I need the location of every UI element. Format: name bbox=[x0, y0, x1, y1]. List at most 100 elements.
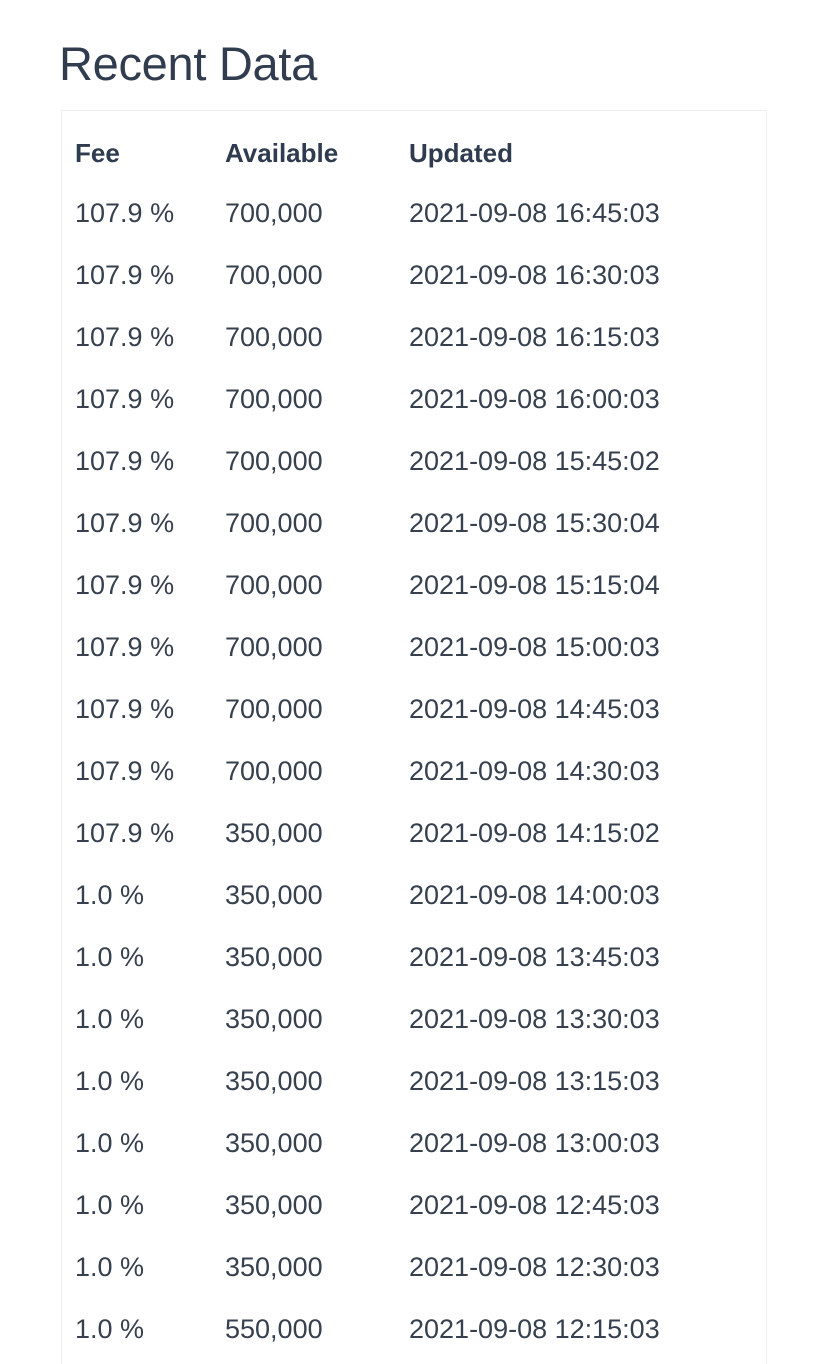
cell-fee-value: 107.9 % bbox=[75, 508, 175, 538]
table-row[interactable]: 1.0 % 350,000 2021-09-08 13:30:03 bbox=[62, 988, 766, 1050]
column-header-available-label: Available bbox=[225, 137, 339, 168]
table-row[interactable]: 107.9 % 700,000 2021-09-08 16:30:03 bbox=[62, 244, 766, 306]
cell-updated-value: 2021-09-08 15:00:03 bbox=[409, 632, 660, 662]
column-header-available[interactable]: Available bbox=[225, 111, 409, 182]
cell-fee: 107.9 % bbox=[62, 244, 225, 306]
cell-updated: 2021-09-08 15:00:03 bbox=[409, 616, 766, 678]
page-title: Recent Data bbox=[59, 37, 317, 90]
cell-available: 700,000 bbox=[225, 492, 409, 554]
cell-fee-value: 107.9 % bbox=[75, 632, 175, 662]
cell-updated-value: 2021-09-08 15:15:04 bbox=[409, 570, 660, 600]
cell-fee: 1.0 % bbox=[62, 1050, 225, 1112]
table-row[interactable]: 1.0 % 550,000 2021-09-08 12:15:03 bbox=[62, 1298, 766, 1360]
column-header-fee[interactable]: Fee bbox=[62, 111, 225, 182]
cell-fee: 1.0 % bbox=[62, 926, 225, 988]
cell-updated-value: 2021-09-08 16:45:03 bbox=[409, 198, 660, 228]
cell-fee: 107.9 % bbox=[62, 802, 225, 864]
table-row[interactable]: 1.0 % 350,000 2021-09-08 13:15:03 bbox=[62, 1050, 766, 1112]
table-row[interactable]: 107.9 % 700,000 2021-09-08 15:45:02 bbox=[62, 430, 766, 492]
cell-fee: 1.0 % bbox=[62, 988, 225, 1050]
table-row[interactable]: 1.0 % 350,000 2021-09-08 12:45:03 bbox=[62, 1174, 766, 1236]
cell-fee-value: 107.9 % bbox=[75, 818, 175, 848]
cell-fee-value: 107.9 % bbox=[75, 756, 175, 786]
cell-updated-value: 2021-09-08 12:15:03 bbox=[409, 1314, 660, 1344]
column-header-updated[interactable]: Updated bbox=[409, 111, 766, 182]
recent-data-table: Fee Available Updated 107.9 % 700,000 2021… bbox=[62, 111, 766, 1360]
cell-updated-value: 2021-09-08 12:45:03 bbox=[409, 1190, 660, 1220]
cell-fee-value: 107.9 % bbox=[75, 694, 175, 724]
cell-available: 350,000 bbox=[225, 926, 409, 988]
cell-available-value: 700,000 bbox=[225, 384, 323, 414]
cell-fee: 107.9 % bbox=[62, 430, 225, 492]
cell-available-value: 350,000 bbox=[225, 818, 323, 848]
table-row[interactable]: 1.0 % 350,000 2021-09-08 13:00:03 bbox=[62, 1112, 766, 1174]
recent-data-card: Fee Available Updated 107.9 % 700,000 2021… bbox=[61, 110, 767, 1364]
cell-available-value: 550,000 bbox=[225, 1314, 323, 1344]
cell-fee: 1.0 % bbox=[62, 1112, 225, 1174]
table-row[interactable]: 107.9 % 350,000 2021-09-08 14:15:02 bbox=[62, 802, 766, 864]
cell-updated-value: 2021-09-08 15:45:02 bbox=[409, 446, 660, 476]
cell-available-value: 350,000 bbox=[225, 1128, 323, 1158]
cell-available-value: 350,000 bbox=[225, 1252, 323, 1282]
cell-available-value: 350,000 bbox=[225, 1066, 323, 1096]
cell-updated: 2021-09-08 12:45:03 bbox=[409, 1174, 766, 1236]
cell-fee-value: 107.9 % bbox=[75, 446, 175, 476]
cell-fee: 107.9 % bbox=[62, 306, 225, 368]
cell-available-value: 700,000 bbox=[225, 508, 323, 538]
table-row[interactable]: 107.9 % 700,000 2021-09-08 16:15:03 bbox=[62, 306, 766, 368]
cell-available-value: 700,000 bbox=[225, 694, 323, 724]
cell-fee: 107.9 % bbox=[62, 492, 225, 554]
cell-available: 700,000 bbox=[225, 740, 409, 802]
cell-updated: 2021-09-08 14:30:03 bbox=[409, 740, 766, 802]
table-row[interactable]: 1.0 % 350,000 2021-09-08 13:45:03 bbox=[62, 926, 766, 988]
table-row[interactable]: 107.9 % 700,000 2021-09-08 15:15:04 bbox=[62, 554, 766, 616]
cell-updated-value: 2021-09-08 14:45:03 bbox=[409, 694, 660, 724]
cell-updated-value: 2021-09-08 14:00:03 bbox=[409, 880, 660, 910]
table-row[interactable]: 107.9 % 700,000 2021-09-08 15:30:04 bbox=[62, 492, 766, 554]
cell-fee-value: 107.9 % bbox=[75, 570, 175, 600]
cell-updated-value: 2021-09-08 13:45:03 bbox=[409, 942, 660, 972]
cell-updated-value: 2021-09-08 13:00:03 bbox=[409, 1128, 660, 1158]
table-row[interactable]: 1.0 % 350,000 2021-09-08 12:30:03 bbox=[62, 1236, 766, 1298]
cell-fee: 1.0 % bbox=[62, 1298, 225, 1360]
table-header: Fee Available Updated bbox=[62, 111, 766, 182]
cell-updated-value: 2021-09-08 14:30:03 bbox=[409, 756, 660, 786]
table-row[interactable]: 107.9 % 700,000 2021-09-08 15:00:03 bbox=[62, 616, 766, 678]
cell-available-value: 350,000 bbox=[225, 942, 323, 972]
table-row[interactable]: 107.9 % 700,000 2021-09-08 14:45:03 bbox=[62, 678, 766, 740]
cell-updated: 2021-09-08 13:15:03 bbox=[409, 1050, 766, 1112]
cell-available-value: 700,000 bbox=[225, 260, 323, 290]
cell-available: 700,000 bbox=[225, 678, 409, 740]
cell-updated: 2021-09-08 13:00:03 bbox=[409, 1112, 766, 1174]
cell-available: 350,000 bbox=[225, 1236, 409, 1298]
cell-fee-value: 1.0 % bbox=[75, 1066, 145, 1096]
cell-updated: 2021-09-08 14:45:03 bbox=[409, 678, 766, 740]
table-row[interactable]: 107.9 % 700,000 2021-09-08 16:45:03 bbox=[62, 182, 766, 244]
cell-fee-value: 1.0 % bbox=[75, 1190, 145, 1220]
cell-fee: 107.9 % bbox=[62, 616, 225, 678]
cell-fee-value: 107.9 % bbox=[75, 260, 175, 290]
cell-fee-value: 1.0 % bbox=[75, 1252, 145, 1282]
table-row[interactable]: 1.0 % 350,000 2021-09-08 14:00:03 bbox=[62, 864, 766, 926]
cell-available: 700,000 bbox=[225, 244, 409, 306]
cell-available-value: 700,000 bbox=[225, 756, 323, 786]
cell-updated: 2021-09-08 15:30:04 bbox=[409, 492, 766, 554]
page-root: Recent Data Fee Available Updated 107.9 … bbox=[0, 0, 828, 1364]
table-row[interactable]: 107.9 % 700,000 2021-09-08 16:00:03 bbox=[62, 368, 766, 430]
cell-available: 700,000 bbox=[225, 368, 409, 430]
cell-available: 700,000 bbox=[225, 554, 409, 616]
cell-updated-value: 2021-09-08 16:30:03 bbox=[409, 260, 660, 290]
cell-fee: 1.0 % bbox=[62, 864, 225, 926]
table-row[interactable]: 107.9 % 700,000 2021-09-08 14:30:03 bbox=[62, 740, 766, 802]
cell-updated: 2021-09-08 16:15:03 bbox=[409, 306, 766, 368]
cell-fee-value: 1.0 % bbox=[75, 1314, 145, 1344]
cell-fee-value: 1.0 % bbox=[75, 1128, 145, 1158]
cell-available: 700,000 bbox=[225, 306, 409, 368]
cell-available-value: 700,000 bbox=[225, 322, 323, 352]
cell-fee: 107.9 % bbox=[62, 678, 225, 740]
cell-available-value: 350,000 bbox=[225, 1004, 323, 1034]
cell-available-value: 350,000 bbox=[225, 1190, 323, 1220]
cell-available-value: 700,000 bbox=[225, 570, 323, 600]
cell-available: 350,000 bbox=[225, 864, 409, 926]
table-body: 107.9 % 700,000 2021-09-08 16:45:03 107.9 %… bbox=[62, 182, 766, 1360]
